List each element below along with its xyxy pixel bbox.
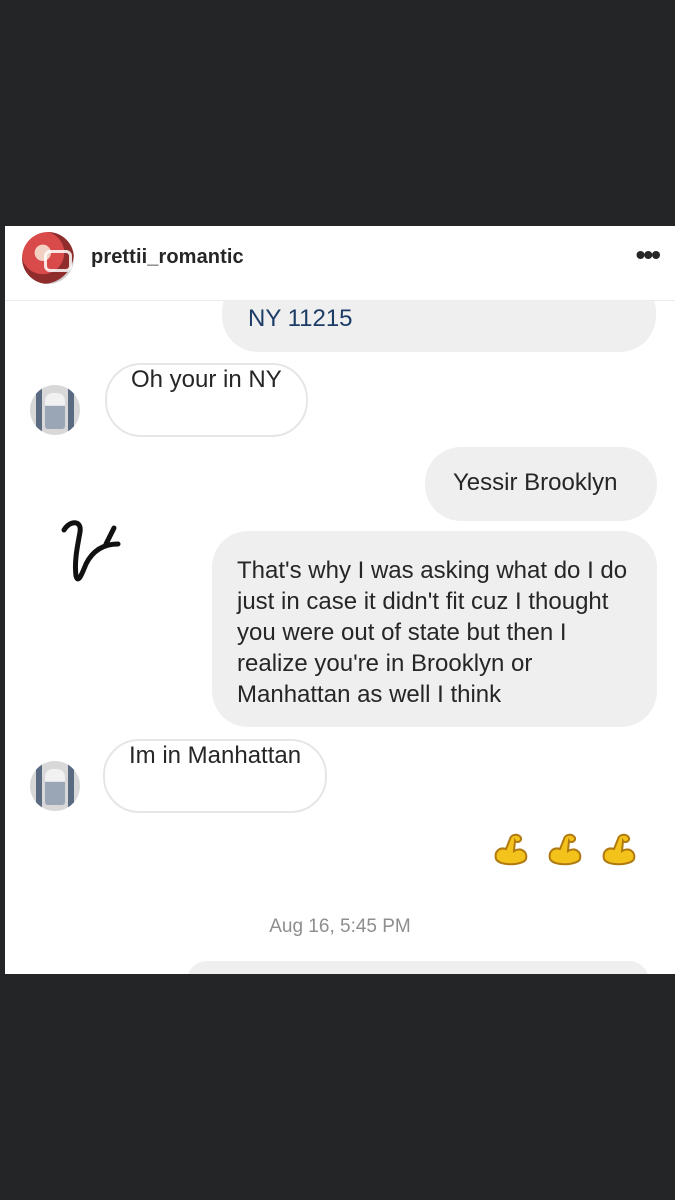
- screenshot-frame: prettii_romantic ••• NY 11215 Oh your in…: [5, 226, 675, 974]
- username[interactable]: prettii_romantic: [91, 246, 244, 269]
- message-bubble-sent: Yessir Brooklyn: [425, 447, 657, 521]
- profile-avatar[interactable]: [22, 232, 74, 284]
- chat-header: prettii_romantic •••: [5, 226, 675, 301]
- avatar[interactable]: [30, 761, 80, 811]
- message-bubble-received: Oh your in NY: [105, 363, 308, 437]
- more-options-icon[interactable]: •••: [636, 239, 661, 271]
- flexed-biceps-icon: [548, 833, 582, 866]
- emoji-message: [490, 829, 638, 869]
- flexed-biceps-icon: [602, 833, 636, 866]
- avatar[interactable]: [30, 385, 80, 435]
- flexed-biceps-icon: [494, 833, 528, 866]
- handwritten-mark-icon: [61, 520, 121, 582]
- message-timestamp: Aug 16, 5:45 PM: [269, 916, 411, 937]
- message-bubble-sent: That's why I was asking what do I do jus…: [212, 531, 657, 727]
- message-bubble-sent-partial: [187, 961, 649, 974]
- message-bubble-received: Im in Manhattan: [103, 739, 328, 813]
